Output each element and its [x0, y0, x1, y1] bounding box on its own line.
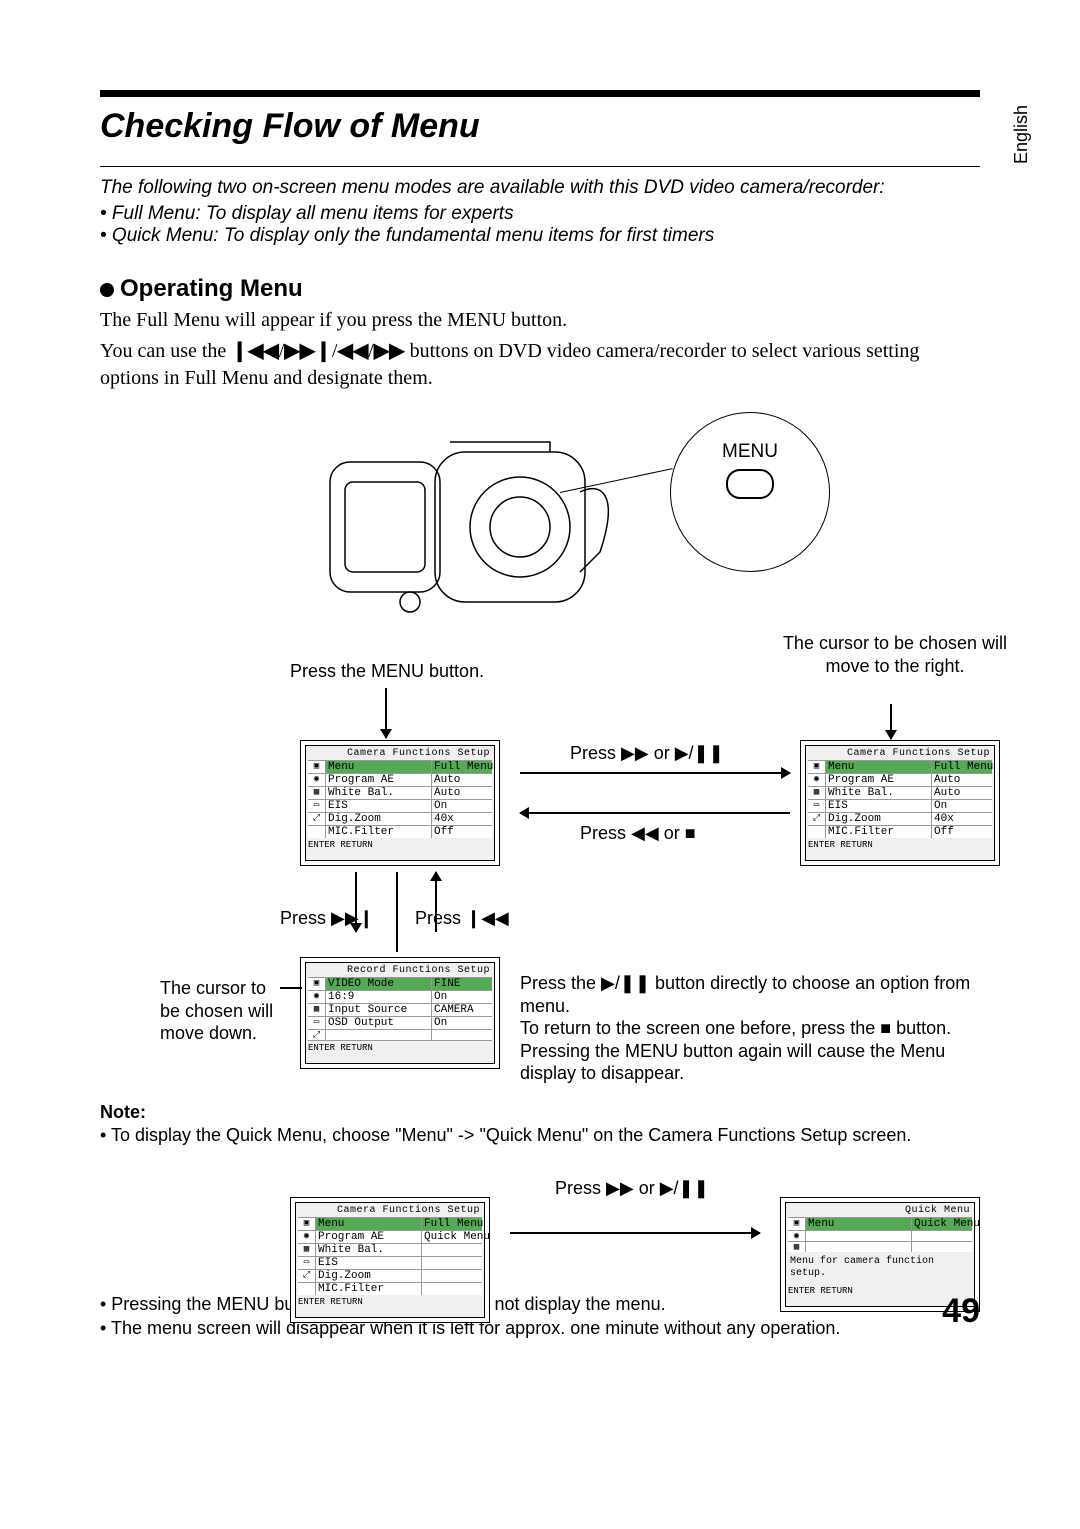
- prev-track-icon: ❙◀◀: [231, 340, 279, 362]
- label-cursor-down: The cursor to be chosen will move down.: [160, 977, 290, 1045]
- intro-bullet-2: • Quick Menu: To display only the fundam…: [100, 225, 980, 247]
- title-rule-thin: [100, 166, 980, 167]
- body-text-1: The Full Menu will appear if you press t…: [100, 307, 980, 334]
- label-press-next: Press ▶▶❙: [280, 907, 374, 930]
- arrow-down-1: [385, 688, 387, 738]
- osd-camera-functions-right: Camera Functions Setup ▣MenuFull Menu ◉P…: [800, 740, 1000, 866]
- menu-button-shape: [726, 469, 774, 499]
- osd-quick-source: Camera Functions Setup ▣MenuFull Menu ◉P…: [290, 1197, 490, 1323]
- osd-record-functions: Record Functions Setup ▣VIDEO ModeFINE ◉…: [300, 957, 500, 1069]
- note-bullet-1: • To display the Quick Menu, choose "Men…: [100, 1123, 980, 1147]
- page-number: 49: [942, 1292, 980, 1331]
- body-text-2: You can use the ❙◀◀/▶▶❙/◀◀/▶▶ buttons on…: [100, 338, 980, 392]
- language-tab: English: [1011, 105, 1032, 164]
- menu-callout-label: MENU: [691, 441, 809, 463]
- label-cursor-right: The cursor to be chosen will move to the…: [780, 632, 1010, 677]
- osd-camera-functions-left: Camera Functions Setup ▣MenuFull Menu ◉P…: [300, 740, 500, 866]
- divider-line: [396, 872, 398, 952]
- label-direct-choose: Press the ▶/❚❚ button directly to choose…: [520, 972, 1000, 1085]
- rewind-icon: ◀◀: [337, 340, 368, 362]
- arrow-down-2: [890, 704, 892, 739]
- flow-diagram: MENU Press the MENU button. The cursor t…: [100, 412, 980, 1292]
- lead-line-cursor-down: [280, 987, 302, 989]
- arrow-left-1: [520, 812, 790, 814]
- bullet-icon: [100, 283, 114, 297]
- bottom-bullet-2: • The menu screen will disappear when it…: [100, 1316, 980, 1340]
- note-heading: Note:: [100, 1102, 980, 1123]
- page-title: Checking Flow of Menu: [100, 107, 980, 146]
- label-press-menu: Press the MENU button.: [290, 660, 484, 683]
- label-press-rew-stop: Press ◀◀ or ■: [580, 822, 696, 845]
- label-press-ff-play-2: Press ▶▶ or ▶/❚❚: [555, 1177, 709, 1200]
- arrow-right-1: [520, 772, 790, 774]
- intro-text: The following two on-screen menu modes a…: [100, 177, 980, 199]
- top-rule-thick: [100, 90, 980, 97]
- intro-bullet-1: • Full Menu: To display all menu items f…: [100, 203, 980, 225]
- menu-button-callout: MENU: [670, 412, 830, 572]
- next-track-icon: ▶▶❙: [284, 340, 332, 362]
- arrow-right-2: [510, 1232, 760, 1234]
- label-press-prev: Press ❙◀◀: [415, 907, 509, 930]
- label-press-ff-play: Press ▶▶ or ▶/❚❚: [570, 742, 724, 765]
- section-heading: Operating Menu: [100, 275, 980, 303]
- fast-forward-icon: ▶▶: [374, 340, 405, 362]
- camera-illustration: [320, 422, 610, 632]
